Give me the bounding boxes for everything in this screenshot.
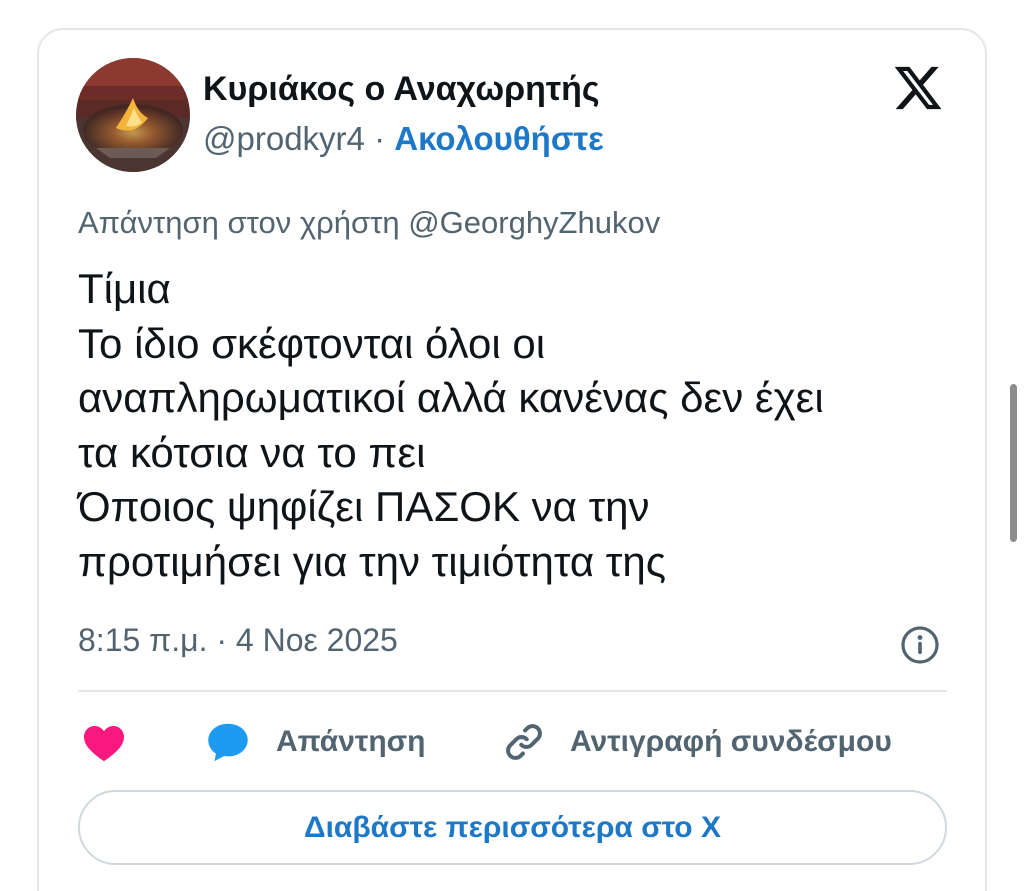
link-icon (506, 724, 542, 760)
tweet-line: αναπληρωματικοί αλλά κανένας δεν έχει (78, 374, 824, 421)
like-button[interactable] (82, 720, 126, 764)
page: Κυριάκος ο Αναχωρητής @prodkyr4 · Ακολου… (0, 0, 1024, 891)
author-handle-row: @prodkyr4 · Ακολουθήστε (203, 120, 604, 158)
tweet-line: Τίμια (78, 265, 171, 312)
tweet-line: προτιμήσει για την τιμιότητα της (78, 537, 666, 585)
info-icon[interactable] (900, 625, 940, 665)
tweet-line: τα κότσια να το πει (78, 428, 426, 476)
scrollbar[interactable] (1010, 384, 1017, 542)
tweet-line: Όποιος ψηφίζει ΠΑΣΟΚ να την (78, 483, 650, 530)
author-handle[interactable]: @prodkyr4 (203, 120, 365, 157)
separator-dot: · (374, 120, 386, 157)
reply-button[interactable]: Απάντηση (206, 720, 426, 764)
flame-avatar-image (76, 58, 190, 172)
follow-link[interactable]: Ακολουθήστε (394, 120, 604, 157)
copy-link-label: Αντιγραφή συνδέσμου (570, 725, 892, 758)
avatar[interactable] (76, 58, 190, 172)
x-logo-icon[interactable] (890, 62, 946, 114)
divider (78, 690, 947, 692)
read-more-label: Διαβάστε περισσότερα στο X (304, 810, 721, 844)
author-display-name[interactable]: Κυριάκος ο Αναχωρητής (203, 70, 600, 109)
speech-bubble-icon (208, 723, 248, 762)
reply-to-label[interactable]: Απάντηση στον χρήστη @GeorghyZhukov (78, 205, 660, 241)
tweet-text: Τίμια Το ίδιο σκέφτονται όλοι οι αναπληρ… (78, 262, 958, 589)
tweet-line: Το ίδιο σκέφτονται όλοι οι (78, 319, 546, 367)
heart-icon (84, 726, 124, 762)
reply-label: Απάντηση (276, 725, 426, 758)
read-more-button[interactable]: Διαβάστε περισσότερα στο X (78, 790, 947, 865)
copy-link-button[interactable]: Αντιγραφή συνδέσμου (502, 720, 892, 764)
tweet-timestamp[interactable]: 8:15 π.μ. · 4 Νοε 2025 (78, 622, 398, 659)
